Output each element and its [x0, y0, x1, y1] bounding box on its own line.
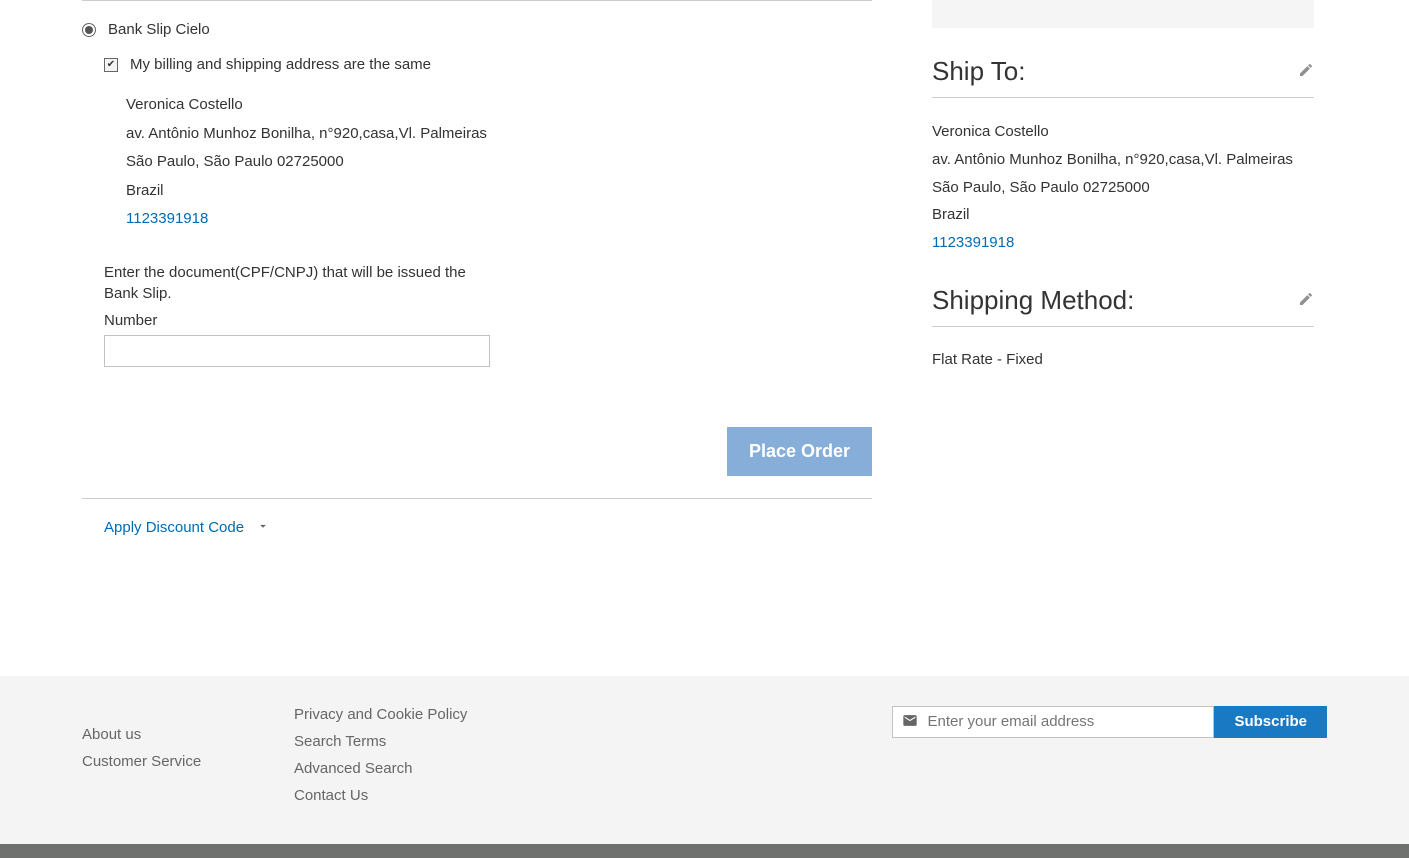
same-address-checkbox-row[interactable]: ✔ My billing and shipping address are th…: [104, 56, 872, 73]
number-field-label: Number: [104, 312, 872, 329]
doc-instruction-text: Enter the document(CPF/CNPJ) that will b…: [104, 262, 484, 304]
chevron-down-icon: [256, 519, 270, 536]
edit-ship-to-icon[interactable]: [1298, 62, 1314, 81]
document-number-input[interactable]: [104, 335, 490, 367]
payment-method-row[interactable]: Bank Slip Cielo: [82, 21, 872, 38]
shipto-name: Veronica Costello: [932, 118, 1314, 146]
footer-link-contact[interactable]: Contact Us: [294, 787, 594, 804]
subscribe-button[interactable]: Subscribe: [1214, 706, 1327, 738]
radio-selected-dot: [85, 26, 93, 34]
billing-address-block: Veronica Costello av. Antônio Munhoz Bon…: [104, 91, 872, 234]
footer-link-search-terms[interactable]: Search Terms: [294, 733, 594, 750]
shipping-method-title: Shipping Method:: [932, 285, 1134, 316]
order-summary-panel-stub: [932, 0, 1314, 28]
footer-link-privacy[interactable]: Privacy and Cookie Policy: [294, 706, 594, 723]
ship-to-address-block: Veronica Costello av. Antônio Munhoz Bon…: [932, 118, 1314, 257]
ship-to-title: Ship To:: [932, 56, 1025, 87]
billing-street: av. Antônio Munhoz Bonilha, n°920,casa,V…: [126, 120, 872, 149]
apply-discount-link: Apply Discount Code: [104, 519, 244, 536]
divider-top: [82, 0, 872, 1]
shipto-city-region-postal: São Paulo, São Paulo 02725000: [932, 174, 1314, 202]
shipping-method-value: Flat Rate - Fixed: [932, 347, 1314, 368]
footer-link-customer-service[interactable]: Customer Service: [82, 753, 294, 770]
shipto-phone-link[interactable]: 1123391918: [932, 229, 1314, 257]
footer-copyright-bar: [0, 844, 1409, 858]
envelope-icon: [902, 712, 918, 731]
shipto-country: Brazil: [932, 201, 1314, 229]
footer-link-about[interactable]: About us: [82, 726, 294, 743]
payment-method-label: Bank Slip Cielo: [108, 21, 210, 38]
same-address-label: My billing and shipping address are the …: [130, 56, 431, 73]
shipto-street: av. Antônio Munhoz Bonilha, n°920,casa,V…: [932, 146, 1314, 174]
billing-name: Veronica Costello: [126, 91, 872, 120]
billing-city-region-postal: São Paulo, São Paulo 02725000: [126, 148, 872, 177]
footer-link-advanced-search[interactable]: Advanced Search: [294, 760, 594, 777]
newsletter-email-input[interactable]: [892, 706, 1214, 738]
edit-shipping-method-icon[interactable]: [1298, 291, 1314, 310]
billing-country: Brazil: [126, 177, 872, 206]
same-address-checkbox[interactable]: ✔: [104, 58, 118, 72]
place-order-button[interactable]: Place Order: [727, 427, 872, 476]
page-footer: About us Customer Service Privacy and Co…: [0, 676, 1409, 844]
billing-phone-link[interactable]: 1123391918: [126, 205, 872, 234]
apply-discount-toggle[interactable]: Apply Discount Code: [82, 499, 872, 536]
checkmark-icon: ✔: [107, 60, 115, 70]
payment-radio-bank-slip[interactable]: [82, 23, 96, 37]
